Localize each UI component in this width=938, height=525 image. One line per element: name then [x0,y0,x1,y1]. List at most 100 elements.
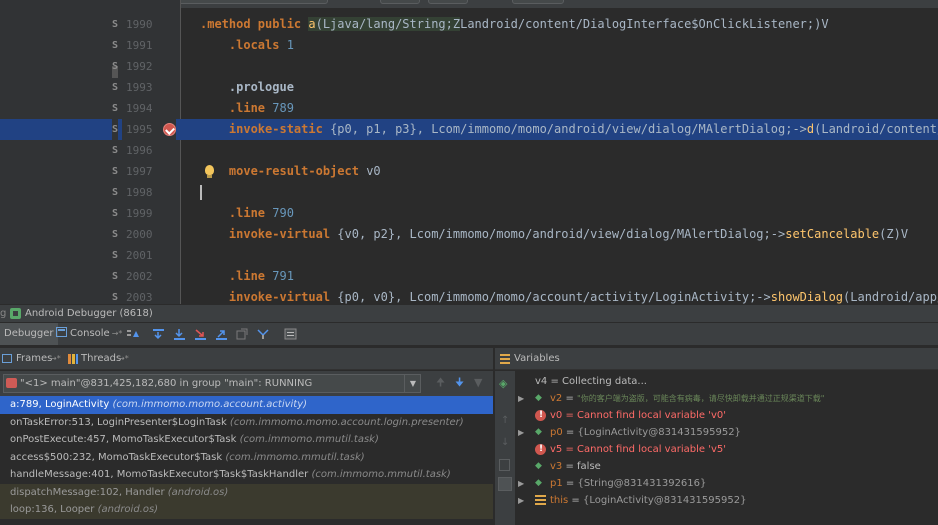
toolbar-button-edge[interactable] [428,0,468,4]
arrow-up-icon[interactable]: ↑ [501,415,509,426]
code-line[interactable]: S 1993 .prologue [0,77,938,98]
field-icon: ◆ [535,393,542,403]
drop-frame-icon[interactable] [236,328,249,340]
variables-panel-header: Variables [495,348,938,370]
code-line[interactable]: S 1996 [0,140,938,161]
variable-row[interactable]: ▶ ◆ v2 = "你的客户端为盗版，可能含有病毒，请尽快卸载并通过正规渠道下载… [515,390,938,407]
side-marker: S [112,119,119,140]
side-marker: S [112,229,119,240]
code-line[interactable]: S 1991 .locals 1 [0,35,938,56]
variable-row[interactable]: v5 = Cannot find local variable 'v5' [515,441,938,458]
toggle-icon[interactable] [498,477,512,491]
code-line[interactable]: S 2002 .line 791 [0,266,938,287]
toolbar-button-edge[interactable] [512,0,564,4]
expand-arrow-icon[interactable]: ▶ [518,424,524,441]
side-marker: S [112,19,119,30]
arrow-up-icon[interactable]: 🠉 [436,377,445,389]
breakpoint-icon[interactable] [163,123,176,136]
frames-icon [2,354,12,363]
code-text: .locals 1 [228,38,294,52]
code-line-current[interactable]: S 1995 invoke-static {p0, p1, p3}, Lcom/… [0,119,938,140]
code-text: .line 791 [228,269,294,283]
code-editor[interactable]: S 1990 .method public a(Ljava/lang/Strin… [0,0,938,304]
code-text: move-result-object v0 [228,164,381,178]
frame-item[interactable]: handleMessage:401, MomoTaskExecutor$Task… [0,466,493,484]
code-line[interactable]: S 1998 [0,182,938,203]
code-text: invoke-virtual {p0, v0}, Lcom/immomo/mom… [228,290,938,304]
field-icon: ◆ [535,478,542,488]
line-number: 1994 [126,102,153,115]
tool-window-title: Android Debugger (8618) [25,308,153,319]
side-marker: S [112,208,119,219]
code-text: .prologue [200,80,294,94]
arrow-down-icon[interactable]: ↓ [501,437,509,448]
code-line[interactable]: S 1992 [0,56,938,77]
code-text: .method public a(Ljava/lang/String;ZLand… [200,17,829,31]
code-text: invoke-static {p0, p1, p3}, Lcom/immomo/… [228,122,938,136]
code-line[interactable]: S 1990 .method public a(Ljava/lang/Strin… [0,14,938,35]
line-number: 1993 [126,81,153,94]
thread-suspended-icon [6,378,17,388]
tab-label: Console [70,328,110,339]
side-marker: S [112,82,119,93]
tab-frames[interactable]: Frames [16,348,52,370]
pin-icon[interactable]: →* [118,348,129,370]
expand-arrow-icon[interactable]: ▶ [518,390,524,407]
frame-item[interactable]: dispatchMessage:102, Handler (android.os… [0,483,493,501]
code-line[interactable]: S 2000 invoke-virtual {v0, p2}, Lcom/imm… [0,224,938,245]
frames-list: a:789, LoginActivity (com.immomo.momo.ac… [0,396,493,525]
code-line[interactable]: S 2001 [0,245,938,266]
show-execution-point-icon[interactable] [127,328,140,340]
add-watch-icon[interactable]: ◈ [499,377,507,390]
filter-icon[interactable]: ▼ [474,377,482,389]
frame-item[interactable]: a:789, LoginActivity (com.immomo.momo.ac… [0,396,493,414]
variable-row[interactable]: v4 = Collecting data... [515,373,938,390]
copy-icon[interactable] [499,459,510,471]
line-number: 1999 [126,207,153,220]
tab-console[interactable]: Console →* [52,323,126,345]
evaluate-expression-icon[interactable] [284,328,297,340]
thread-selector[interactable]: "<1> main"@831,425,182,680 in group "mai… [3,374,421,393]
side-marker: S [112,145,119,156]
code-line[interactable]: S 1997 move-result-object v0 [0,161,938,182]
error-icon [535,441,546,458]
code-line[interactable]: S 1994 .line 789 [0,98,938,119]
expand-arrow-icon[interactable]: ▶ [518,475,524,492]
line-number: 1996 [126,144,153,157]
variable-row[interactable]: ▶ ◆ p1 = {String@831431392616} [515,475,938,492]
step-into-icon[interactable] [173,328,186,340]
debugger-toolbar: Debugger Console →* [0,322,938,346]
pin-icon[interactable]: →* [112,329,123,338]
chevron-down-icon[interactable]: ▼ [404,374,421,393]
debug-tool-window-header: g Android Debugger (8618) [0,304,938,322]
line-number: 1998 [126,186,153,199]
variables-tree: v4 = Collecting data... ▶ ◆ v2 = "你的客户端为… [515,371,938,525]
run-to-cursor-icon[interactable] [257,328,270,340]
thread-selector-row: "<1> main"@831,425,182,680 in group "mai… [0,371,493,396]
variables-icon [500,354,510,364]
code-text: .line 789 [228,101,294,115]
error-icon [535,407,546,424]
step-out-icon[interactable] [215,328,228,340]
force-step-into-icon[interactable] [194,328,207,340]
code-line[interactable]: S 1999 .line 790 [0,203,938,224]
arrow-down-icon[interactable]: 🠋 [455,377,464,389]
frame-item[interactable]: onPostExecute:457, MomoTaskExecutor$Task… [0,431,493,449]
step-over-icon[interactable] [152,328,165,340]
side-marker: S [112,271,119,282]
expand-arrow-icon[interactable]: ▶ [518,492,524,509]
side-marker: S [112,40,119,51]
tab-debugger[interactable]: Debugger [0,323,58,345]
variable-row[interactable]: ▶ ◆ p0 = {LoginActivity@831431595952} [515,424,938,441]
variable-row[interactable]: ◆ v3 = false [515,458,938,475]
toolbar-button-edge[interactable] [380,0,420,4]
variable-row[interactable]: v0 = Cannot find local variable 'v0' [515,407,938,424]
frame-item[interactable]: loop:136, Looper (android.os) [0,501,493,519]
frame-item[interactable]: onTaskError:513, LoginPresenter$LoginTas… [0,414,493,432]
frame-item[interactable]: access$500:232, MomoTaskExecutor$Task (c… [0,449,493,467]
pin-icon[interactable]: →* [50,348,61,370]
code-line[interactable]: S 2003 invoke-virtual {p0, v0}, Lcom/imm… [0,287,938,304]
variable-row[interactable]: ▶ this = {LoginActivity@831431595952} [515,492,938,509]
side-marker: S [112,61,119,72]
tab-threads[interactable]: Threads [81,348,121,370]
